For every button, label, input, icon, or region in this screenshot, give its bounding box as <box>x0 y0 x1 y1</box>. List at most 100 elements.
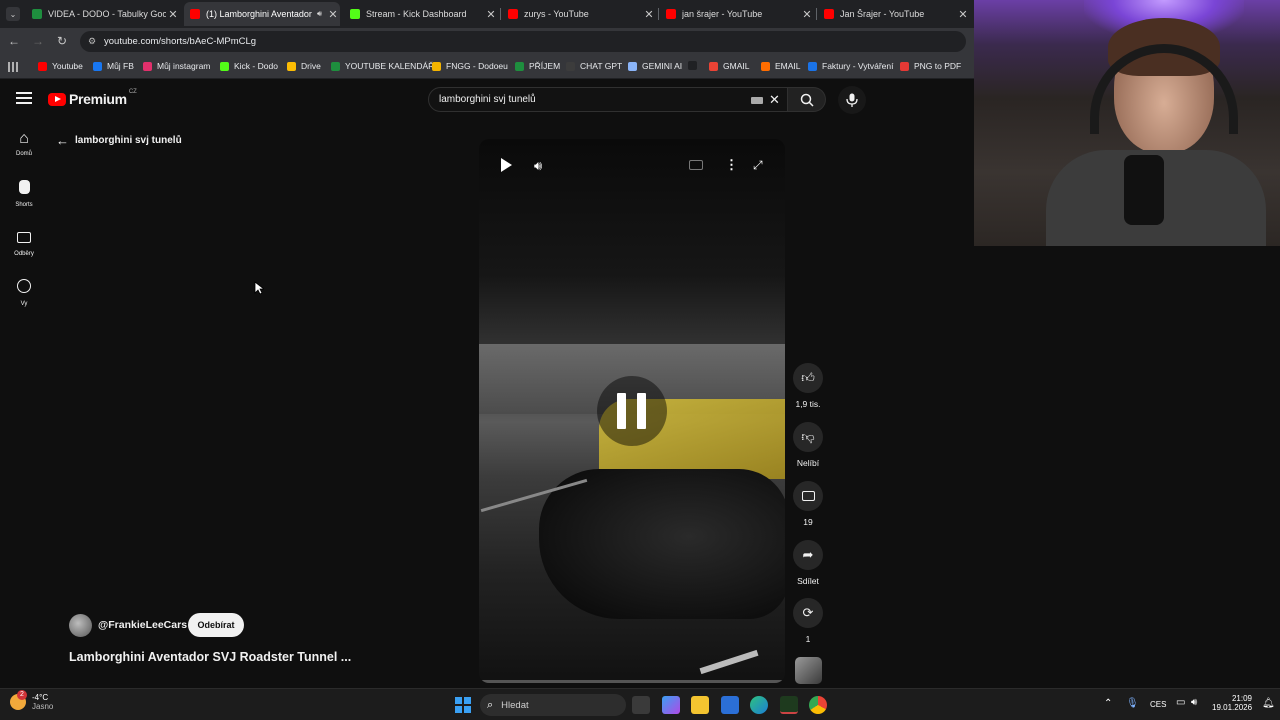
tab-strip: ⌄ VIDEA - DODO - Tabulky Googl ✕ (1) Lam… <box>0 0 974 28</box>
volume-button[interactable]: 🔊︎ <box>534 158 542 174</box>
search-button[interactable] <box>788 87 826 112</box>
subscribe-button[interactable]: Odebírat <box>188 613 244 637</box>
bookmark-facebook[interactable]: Můj FB <box>93 61 134 71</box>
close-icon[interactable]: ✕ <box>326 8 340 21</box>
bookmark-favicon-icon <box>93 61 102 71</box>
comment-icon <box>801 491 815 501</box>
network-icon[interactable]: ▭ <box>1176 697 1185 708</box>
start-button[interactable] <box>455 697 471 713</box>
tab-kick-dashboard[interactable]: Stream - Kick Dashboard ✕ <box>344 2 498 26</box>
nav-subscriptions[interactable]: Odběry <box>8 230 40 257</box>
terminal-icon[interactable] <box>780 696 798 714</box>
bookmark-faktury[interactable]: Faktury - Vytváření <box>808 61 893 71</box>
bookmark-favicon-icon <box>38 61 47 71</box>
bookmark-unnamed[interactable] <box>688 61 702 70</box>
sound-thumbnail[interactable] <box>795 657 822 684</box>
close-icon[interactable]: ✕ <box>956 8 970 21</box>
kick-icon <box>350 9 360 19</box>
sheets-icon <box>32 9 42 19</box>
channel-avatar[interactable] <box>69 614 92 637</box>
subscriptions-icon <box>17 232 31 243</box>
pause-overlay[interactable] <box>597 376 667 446</box>
chevron-up-icon[interactable]: ⌃ <box>1104 698 1112 709</box>
chrome-icon[interactable] <box>809 696 827 714</box>
remix-button[interactable]: ⟳ 1 <box>793 598 823 644</box>
bookmark-youtube-calendar[interactable]: YOUTUBE KALENDÁŘ <box>331 61 434 71</box>
play-icon <box>501 158 512 172</box>
video-title[interactable]: Lamborghini Aventador SVJ Roadster Tunne… <box>69 650 351 664</box>
close-icon[interactable]: ✕ <box>484 8 498 21</box>
back-to-search[interactable]: ← lamborghini svj tunelů <box>56 133 182 148</box>
bookmark-favicon-icon <box>220 61 229 71</box>
language-indicator[interactable]: CES <box>1150 700 1166 709</box>
mouse-cursor-icon <box>254 281 264 295</box>
channel-name[interactable]: @FrankieLeeCars <box>98 619 187 631</box>
tab-zurys[interactable]: zurys - YouTube ✕ <box>502 2 656 26</box>
bookmark-drive[interactable]: Drive <box>287 61 321 71</box>
tab-lamborghini[interactable]: (1) Lamborghini Aventador 🔊︎ ✕ <box>184 2 340 26</box>
you-icon <box>17 279 31 293</box>
notifications-icon[interactable]: 🔔︎ <box>1262 698 1275 709</box>
close-icon[interactable]: ✕ <box>800 8 814 21</box>
site-info-icon[interactable]: ⚙︎ <box>88 36 96 47</box>
bookmark-favicon-icon <box>688 61 697 70</box>
bookmark-favicon-icon <box>628 61 637 71</box>
tab-videa-dodo[interactable]: VIDEA - DODO - Tabulky Googl ✕ <box>26 2 180 26</box>
shorts-video-player[interactable]: 🔊︎ ⋮ ⤢ <box>479 139 785 683</box>
reload-icon[interactable]: ↻ <box>54 33 70 49</box>
nav-home[interactable]: ⌂ Domů <box>8 130 40 157</box>
bookmark-fngg[interactable]: FNGG - Dodoeu <box>432 61 508 71</box>
tab-jan-srajer-2[interactable]: Jan Šrajer - YouTube ✕ <box>818 2 970 26</box>
bookmark-chatgpt[interactable]: CHAT GPT <box>566 61 622 71</box>
back-arrow-icon[interactable]: ← <box>6 33 22 49</box>
bookmark-email[interactable]: EMAIL <box>761 61 801 71</box>
bookmark-kick[interactable]: Kick - Dodo <box>220 61 278 71</box>
like-button[interactable]: 👍︎ 1,9 tis. <box>793 363 823 409</box>
bookmark-prijem[interactable]: PŘÍJEM <box>515 61 560 71</box>
store-icon[interactable] <box>721 696 739 714</box>
microphone-icon[interactable]: 🎙︎ <box>1126 698 1139 709</box>
close-icon[interactable]: ✕ <box>166 8 180 21</box>
bookmark-instagram[interactable]: Můj instagram <box>143 61 210 71</box>
fullscreen-button[interactable]: ⤢ <box>753 158 763 173</box>
apps-grid-icon[interactable] <box>8 62 18 72</box>
captions-button[interactable] <box>689 160 703 170</box>
forward-arrow-icon[interactable]: → <box>30 33 46 49</box>
play-button[interactable] <box>499 158 513 172</box>
task-view-icon[interactable] <box>632 696 650 714</box>
tab-jan-srajer-1[interactable]: jan šrajer - YouTube ✕ <box>660 2 814 26</box>
close-icon[interactable]: ✕ <box>642 8 656 21</box>
nav-you[interactable]: Vy <box>8 279 40 307</box>
file-explorer-icon[interactable] <box>691 696 709 714</box>
taskbar-search[interactable]: ⌕ Hledat <box>480 694 626 716</box>
menu-icon[interactable] <box>16 92 32 104</box>
speaker-icon[interactable]: 🔊︎ <box>317 9 322 19</box>
thumbs-up-icon: 👍︎ <box>801 370 815 385</box>
bookmark-gmail[interactable]: GMAIL <box>709 61 749 71</box>
clear-search-icon[interactable]: ✕ <box>769 92 780 108</box>
copilot-icon[interactable] <box>662 696 680 714</box>
bookmark-gemini[interactable]: GEMINI AI <box>628 61 682 71</box>
comments-button[interactable]: 19 <box>793 481 823 527</box>
search-input[interactable]: lamborghini svj tunelů ✕ <box>428 87 788 112</box>
volume-icon[interactable]: 🔊︎ <box>1191 697 1197 708</box>
bookmark-youtube[interactable]: Youtube <box>38 61 83 71</box>
address-bar[interactable]: ⚙︎ youtube.com/shorts/bAeC-MPmCLg <box>80 31 966 52</box>
share-button[interactable]: ➦ Sdílet <box>793 540 823 586</box>
bookmark-favicon-icon <box>709 61 718 71</box>
voice-search-button[interactable] <box>838 86 866 114</box>
clock[interactable]: 21:09 19.01.2026 <box>1212 694 1252 712</box>
tab-search-button[interactable]: ⌄ <box>6 7 20 21</box>
youtube-icon <box>824 9 834 19</box>
weather-widget[interactable]: 2 -4°C Jasno <box>10 690 53 711</box>
share-icon: ➦ <box>802 547 814 562</box>
dislike-button[interactable]: 👎︎ Nelíbí <box>793 422 823 468</box>
bookmark-png-to-pdf[interactable]: PNG to PDF <box>900 61 961 71</box>
edge-icon[interactable] <box>750 696 768 714</box>
microphone-icon <box>846 93 858 107</box>
youtube-premium-logo[interactable]: Premium CZ <box>48 89 137 107</box>
more-options-button[interactable]: ⋮ <box>725 157 738 173</box>
nav-shorts[interactable]: Shorts <box>8 180 40 208</box>
keyboard-icon[interactable] <box>751 97 763 104</box>
progress-bar[interactable] <box>479 680 785 683</box>
